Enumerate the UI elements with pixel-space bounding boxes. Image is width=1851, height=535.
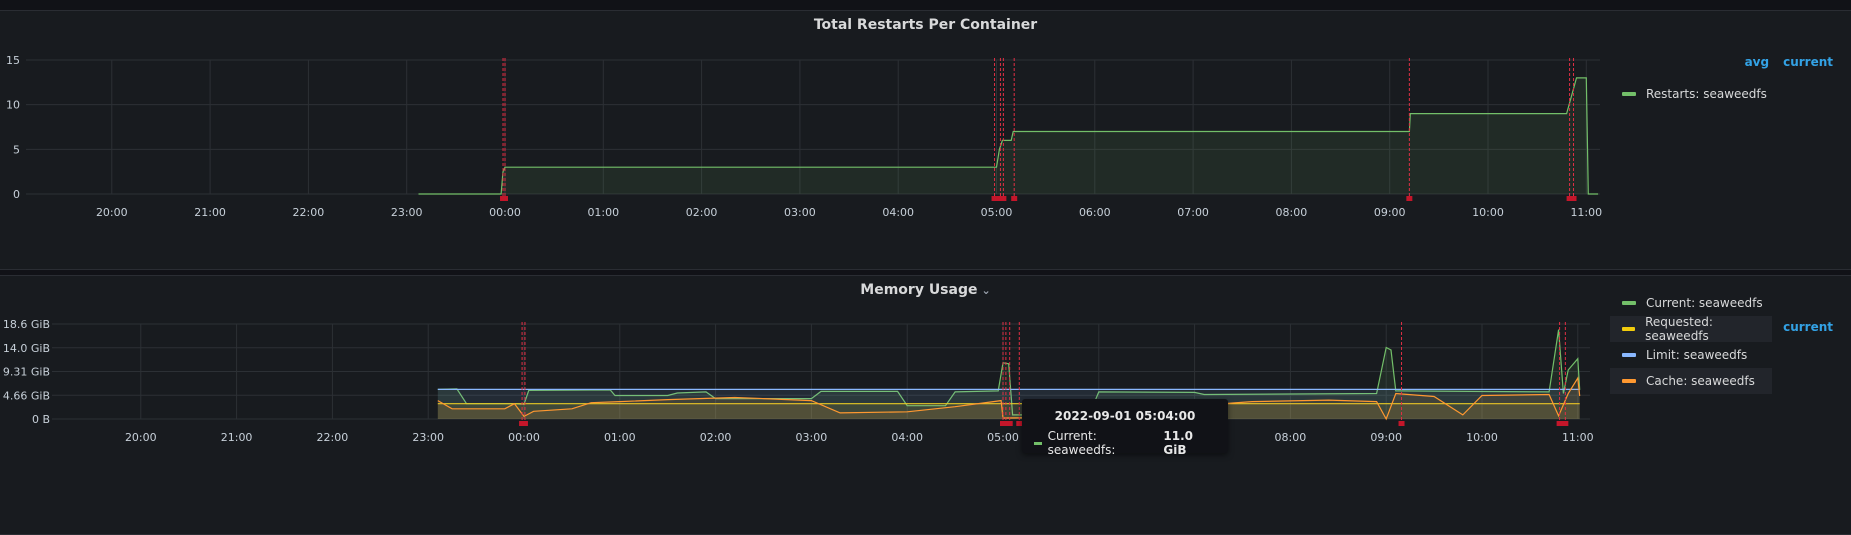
y-tick-label: 14.0 GiB bbox=[3, 342, 50, 355]
legend-header: avg current bbox=[1731, 55, 1833, 69]
legend-item-current[interactable]: Current: seaweedfs bbox=[1610, 290, 1840, 316]
tooltip-series: Current: seaweedfs: bbox=[1047, 429, 1116, 457]
series-color-swatch bbox=[1034, 441, 1042, 445]
x-tick-label: 09:00 bbox=[1370, 431, 1402, 444]
legend-item-limit[interactable]: Limit: seaweedfs bbox=[1610, 342, 1840, 368]
x-tick-label: 08:00 bbox=[1276, 206, 1308, 219]
annotation-marker bbox=[502, 196, 508, 201]
y-tick-label: 0 B bbox=[32, 413, 50, 426]
x-tick-label: 11:00 bbox=[1570, 206, 1602, 219]
x-tick-label: 20:00 bbox=[125, 431, 157, 444]
tooltip-row: Current: seaweedfs: 11.0 GiB bbox=[1034, 429, 1218, 457]
series-area bbox=[418, 77, 1599, 194]
x-tick-label: 11:00 bbox=[1562, 431, 1594, 444]
y-tick-label: 10 bbox=[6, 99, 20, 112]
x-tick-label: 20:00 bbox=[96, 206, 128, 219]
y-tick-label: 9.31 GiB bbox=[3, 366, 50, 379]
legend-sort-avg[interactable]: avg bbox=[1745, 55, 1770, 69]
y-tick-label: 0 bbox=[13, 188, 20, 201]
annotation-marker bbox=[1570, 196, 1577, 201]
y-tick-label: 15 bbox=[6, 54, 20, 67]
x-tick-label: 01:00 bbox=[604, 431, 636, 444]
legend-label: Current: seaweedfs bbox=[1646, 296, 1763, 310]
x-tick-label: 22:00 bbox=[293, 206, 325, 219]
legend-label: Limit: seaweedfs bbox=[1646, 348, 1748, 362]
x-tick-label: 09:00 bbox=[1374, 206, 1406, 219]
annotation-marker bbox=[1406, 196, 1413, 201]
x-tick-label: 23:00 bbox=[391, 206, 423, 219]
x-tick-label: 01:00 bbox=[587, 206, 619, 219]
annotation-marker bbox=[1011, 196, 1018, 201]
legend-item-cache[interactable]: Cache: seaweedfs bbox=[1610, 368, 1772, 394]
legend: Current: seaweedfs Requested: seaweedfs … bbox=[1610, 290, 1840, 394]
restarts-panel: Total Restarts Per Container 15 10 5 0 20:00… bbox=[0, 10, 1851, 270]
tooltip-time: 2022-09-01 05:04:00 bbox=[1054, 409, 1196, 423]
legend-item-restarts[interactable]: Restarts: seaweedfs bbox=[1610, 81, 1840, 107]
x-tick-label: 10:00 bbox=[1472, 206, 1504, 219]
series-color-swatch[interactable] bbox=[1622, 327, 1636, 331]
x-tick-label: 05:00 bbox=[987, 431, 1019, 444]
annotation-marker bbox=[1398, 421, 1405, 426]
memory-panel: Memory Usage ⌄ 18.6 GiB 14.0 GiB 9.31 GiB 4.… bbox=[0, 275, 1851, 535]
annotation-marker bbox=[1000, 196, 1007, 201]
x-tick-label: 00:00 bbox=[508, 431, 540, 444]
x-tick-label: 06:00 bbox=[1079, 206, 1111, 219]
x-tick-label: 05:00 bbox=[981, 206, 1013, 219]
memory-chart[interactable]: 18.6 GiB 14.0 GiB 9.31 GiB 4.66 GiB 0 B 20:00… bbox=[0, 276, 1851, 534]
x-tick-label: 08:00 bbox=[1275, 431, 1307, 444]
annotation-marker bbox=[1562, 421, 1569, 426]
legend-sort-current[interactable]: current bbox=[1783, 55, 1833, 69]
x-tick-label: 21:00 bbox=[194, 206, 226, 219]
x-tick-label: 04:00 bbox=[882, 206, 914, 219]
annotation-marker bbox=[521, 421, 528, 426]
restarts-chart[interactable]: 15 10 5 0 20:00 21:00 22:00 23:00 00:00 01:00 02:0… bbox=[0, 11, 1851, 269]
series-color-swatch[interactable] bbox=[1622, 301, 1636, 305]
legend-label: Requested: seaweedfs bbox=[1645, 315, 1713, 343]
series-color-swatch[interactable] bbox=[1622, 379, 1636, 383]
series-color-swatch[interactable] bbox=[1622, 353, 1636, 357]
y-tick-label: 5 bbox=[13, 143, 20, 156]
legend-label: Cache: seaweedfs bbox=[1646, 374, 1755, 388]
x-tick-label: 23:00 bbox=[412, 431, 444, 444]
x-tick-label: 00:00 bbox=[489, 206, 521, 219]
hover-tooltip: 2022-09-01 05:04:00 Current: seaweedfs: … bbox=[1022, 399, 1228, 457]
annotation-marker bbox=[991, 196, 998, 201]
y-tick-label: 4.66 GiB bbox=[3, 389, 50, 402]
x-tick-label: 02:00 bbox=[700, 431, 732, 444]
x-tick-label: 22:00 bbox=[317, 431, 349, 444]
annotation-marker bbox=[1556, 421, 1563, 426]
annotation-marker bbox=[1006, 421, 1013, 426]
y-tick-label: 18.6 GiB bbox=[3, 318, 50, 331]
legend-item-requested[interactable]: Requested: seaweedfs bbox=[1610, 315, 1772, 343]
series-color-swatch[interactable] bbox=[1622, 92, 1636, 96]
x-tick-label: 21:00 bbox=[221, 431, 253, 444]
x-tick-label: 02:00 bbox=[686, 206, 718, 219]
x-tick-label: 10:00 bbox=[1466, 431, 1498, 444]
legend-label: Restarts: seaweedfs bbox=[1646, 87, 1767, 101]
legend: Restarts: seaweedfs bbox=[1610, 81, 1840, 107]
x-tick-label: 07:00 bbox=[1177, 206, 1209, 219]
tooltip-value: 11.0 GiB bbox=[1163, 429, 1194, 457]
x-tick-label: 03:00 bbox=[796, 431, 828, 444]
x-tick-label: 03:00 bbox=[784, 206, 816, 219]
x-tick-label: 04:00 bbox=[891, 431, 923, 444]
